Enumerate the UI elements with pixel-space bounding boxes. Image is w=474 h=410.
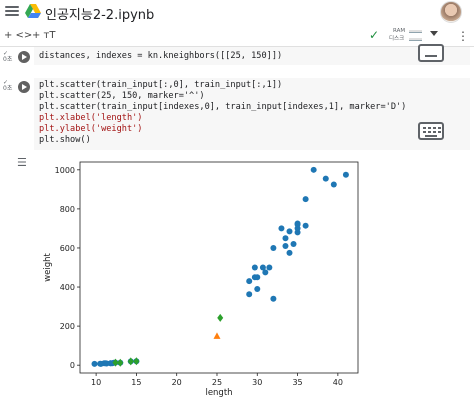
- x-tick-label: 15: [131, 378, 141, 387]
- neighbor-point: [133, 357, 140, 366]
- data-point: [286, 249, 293, 256]
- y-tick-label: 800: [60, 205, 75, 214]
- y-tick-label: 400: [60, 283, 75, 292]
- data-point: [282, 243, 289, 250]
- data-point: [282, 235, 289, 242]
- plot-ticks: 10 15 20 25 30 35 4002004006008001000: [55, 166, 343, 387]
- query-point: [213, 332, 221, 339]
- data-point: [91, 360, 98, 367]
- y-tick-label: 600: [60, 244, 75, 253]
- data-point: [246, 278, 253, 285]
- plot-points: [91, 166, 349, 367]
- data-point: [290, 241, 297, 248]
- data-point: [310, 166, 317, 173]
- y-tick-label: 200: [60, 322, 75, 331]
- scatter-plot: 10 15 20 25 30 35 4002004006008001000 length w…: [43, 161, 359, 398]
- neighbor-point: [127, 357, 134, 366]
- data-point: [262, 269, 269, 276]
- x-tick-label: 10: [91, 378, 101, 387]
- data-point: [302, 222, 309, 229]
- plot-frame: [79, 161, 359, 374]
- data-point: [254, 274, 261, 281]
- data-point: [302, 196, 309, 203]
- data-point: [270, 244, 277, 251]
- x-tick-label: 30: [252, 378, 262, 387]
- plot-axes: [79, 161, 359, 374]
- data-point: [278, 225, 285, 232]
- data-point: [294, 221, 301, 228]
- data-point: [251, 264, 258, 271]
- data-point: [270, 295, 277, 302]
- x-tick-label: 25: [212, 378, 222, 387]
- data-point: [342, 171, 349, 178]
- data-point: [322, 175, 329, 182]
- y-tick-label: 0: [70, 361, 75, 370]
- y-tick-label: 1000: [55, 166, 75, 175]
- neighbor-point: [217, 313, 224, 322]
- x-tick-label: 40: [333, 378, 343, 387]
- data-point: [286, 228, 293, 235]
- y-axis-label: weight: [43, 253, 53, 282]
- data-point: [266, 264, 273, 271]
- x-axis-label: length: [205, 388, 232, 398]
- data-point: [246, 291, 253, 298]
- x-tick-label: 35: [292, 378, 302, 387]
- data-point: [330, 181, 337, 188]
- data-point: [254, 285, 261, 292]
- x-tick-label: 20: [172, 378, 182, 387]
